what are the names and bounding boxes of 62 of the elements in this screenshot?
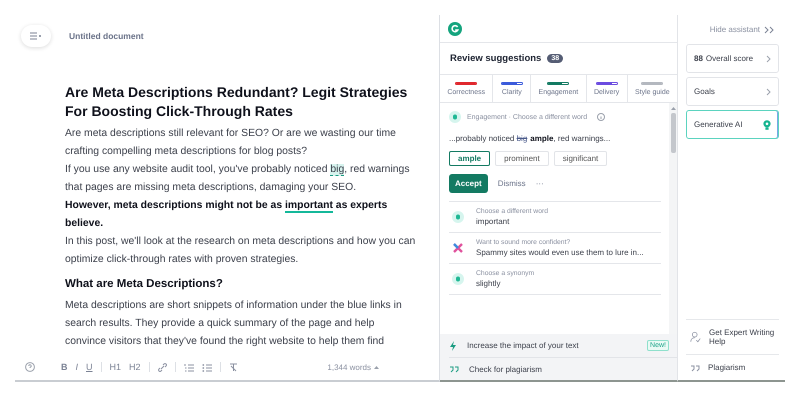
document-heading: Are Meta Descriptions Redundant? Legit Strategies For Boosting Click-Through Rates <box>65 83 408 121</box>
menu-button[interactable] <box>21 25 51 47</box>
paragraph: If you use any website audit tool, you've probably noticed big, red warnings that pages are missing meta descriptions, damaging your SEO. <box>65 163 411 195</box>
help-icon <box>25 362 35 372</box>
scroll-up-icon <box>670 107 676 110</box>
score-bar <box>455 82 478 84</box>
hide-assistant-button[interactable]: Hide assistant <box>686 25 779 44</box>
bold-button[interactable]: B <box>61 362 68 372</box>
option-button[interactable]: significant <box>554 151 608 166</box>
menu-icon <box>30 32 42 40</box>
score-bar <box>641 82 664 84</box>
document-title: Untitled document <box>69 31 144 41</box>
option-button[interactable]: ample <box>449 151 490 166</box>
suggestion-text: slightly <box>476 279 502 288</box>
sidebar-card[interactable]: Generative AI <box>686 110 779 139</box>
suggestion-preview: ...probably noticed big ample, red warnings... <box>449 134 612 143</box>
word-count-button[interactable]: 1,344 words <box>327 362 379 372</box>
dismiss-button[interactable]: Dismiss <box>498 179 526 188</box>
quote-icon <box>690 364 700 372</box>
sidebar-link[interactable]: Plagiarism <box>686 354 779 380</box>
clear-format-button[interactable] <box>228 362 238 372</box>
feature-link[interactable]: Increase the impact of your text <box>467 341 579 350</box>
paragraph: In this post, we'll look at the research on meta descriptions and how you can optimize click-through rates with proven strategies. <box>65 235 416 267</box>
suggestion-text: Spammy sites would even use them to lure in... <box>476 248 644 257</box>
paragraph: Meta descriptions are short snippets of information under the blue links in search results. They provide a quick summary of the page and help convince visitors that they've found the right website to help them find <box>65 299 403 349</box>
underline-button[interactable]: U <box>86 362 93 372</box>
numbered-list-button[interactable] <box>184 362 194 372</box>
accept-button[interactable]: Accept <box>449 174 488 193</box>
panel-title: Review suggestions <box>450 53 542 64</box>
section-heading: What are Meta Descriptions? <box>65 277 224 292</box>
caret-icon <box>374 365 379 369</box>
engagement-icon <box>449 111 461 123</box>
person-check-icon <box>690 330 702 344</box>
paragraph: However, meta descriptions might not be as important as experts believe. <box>65 199 388 231</box>
heading-button[interactable]: H1 <box>110 362 122 372</box>
feature-link[interactable]: Check for plagiarism <box>469 364 542 374</box>
engagement-icon <box>452 273 464 285</box>
sidebar-link[interactable]: Get Expert Writing Help <box>686 319 779 354</box>
lightbulb-icon <box>763 120 771 130</box>
chevron-right-icon <box>766 88 771 96</box>
paragraph: Are meta descriptions still relevant for SEO? Or are we wasting our time crafting compelling meta descriptions for blog posts? <box>65 127 397 159</box>
sidebar-card[interactable]: 88 Overall score <box>686 44 779 73</box>
sidebar-card[interactable]: Goals <box>686 77 779 106</box>
info-icon <box>597 113 606 121</box>
score-bar <box>596 82 618 84</box>
italic-button[interactable]: I <box>76 362 78 372</box>
more-button[interactable]: ··· <box>536 179 544 188</box>
score-bar <box>547 82 570 84</box>
scrollbar[interactable] <box>669 103 677 334</box>
chevron-right-icon <box>766 54 771 62</box>
score-bar <box>500 82 523 84</box>
lightning-icon <box>449 340 457 350</box>
double-chevron-icon <box>764 26 775 34</box>
logo-icon <box>448 22 462 36</box>
link-button[interactable] <box>158 362 167 372</box>
option-button[interactable]: prominent <box>495 151 549 166</box>
heading-button[interactable]: H2 <box>129 362 141 372</box>
sparkle-icon <box>452 242 464 254</box>
bulleted-list-button[interactable] <box>202 362 212 372</box>
engagement-icon <box>452 211 464 223</box>
suggestion-text: important <box>476 217 510 226</box>
quote-icon <box>449 365 459 373</box>
